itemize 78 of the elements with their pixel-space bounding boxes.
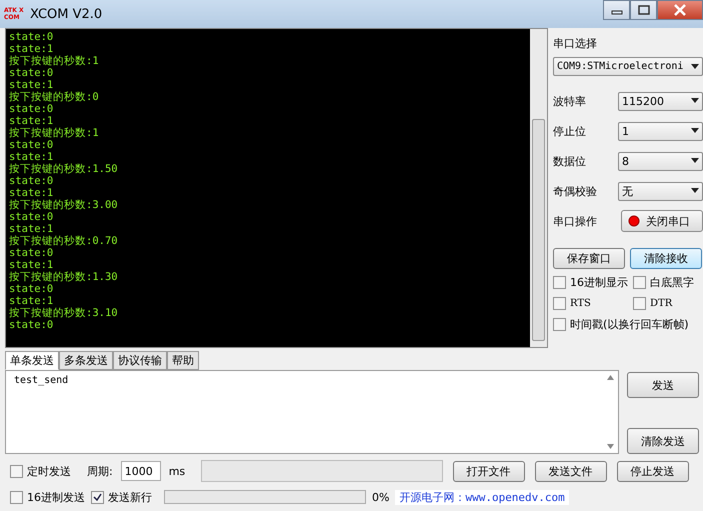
log-line: state:0 xyxy=(9,283,54,295)
progress-reading: 0% xyxy=(372,490,390,504)
option-checkbox[interactable]: 时间戳(以换行回车断帧) xyxy=(553,314,689,335)
period-label: 周期: xyxy=(87,464,113,478)
setting-dropdown[interactable]: 8 xyxy=(618,152,703,170)
timed-send-checkbox[interactable]: 定时发送 xyxy=(10,460,71,482)
option-checkbox[interactable]: 白底黑字 xyxy=(633,272,694,293)
log-line: 按下按键的秒数:1 xyxy=(9,55,100,67)
setting-dropdown[interactable]: 115200 xyxy=(618,92,703,110)
tab[interactable]: 帮助 xyxy=(167,351,199,370)
log-line: state:1 xyxy=(9,295,54,307)
log-line: state:1 xyxy=(9,223,54,235)
close-icon xyxy=(673,4,687,16)
setting-dropdown[interactable]: 无 xyxy=(618,182,703,200)
send-button[interactable]: 清除发送 xyxy=(627,428,699,454)
setting-label: 数据位 xyxy=(553,154,586,168)
tab[interactable]: 协议传输 xyxy=(113,351,167,370)
setting-label: 停止位 xyxy=(553,124,586,138)
caret-icon xyxy=(691,188,699,194)
option-checkbox[interactable]: 16进制发送 xyxy=(10,486,85,508)
log-line: state:0 xyxy=(9,139,54,151)
caret-icon xyxy=(691,98,699,104)
log-line: 按下按键的秒数:0 xyxy=(9,91,100,103)
port-label: 串口选择 xyxy=(553,36,598,51)
tab[interactable]: 单条发送 xyxy=(5,351,59,370)
file-button[interactable]: 停止发送 xyxy=(616,460,689,482)
caret-icon xyxy=(691,128,699,134)
log-line: state:0 xyxy=(9,247,54,259)
check-icon xyxy=(93,492,102,502)
maximize-icon xyxy=(638,5,650,15)
caret-icon xyxy=(691,158,699,164)
log-line: state:1 xyxy=(9,43,54,55)
option-checkbox[interactable]: DTR xyxy=(633,293,672,314)
log-line: state:1 xyxy=(9,79,54,91)
operation-label: 串口操作 xyxy=(553,214,597,228)
setting-label: 波特率 xyxy=(553,94,586,108)
log-line: 按下按键的秒数:1.30 xyxy=(9,271,119,283)
send-input[interactable]: test_send xyxy=(5,370,619,454)
minimize-button[interactable] xyxy=(603,0,630,20)
setting-label: 奇偶校验 xyxy=(553,184,597,198)
file-button[interactable]: 打开文件 xyxy=(452,460,525,482)
send-button[interactable]: 发送 xyxy=(627,372,699,398)
setting-dropdown[interactable]: 1 xyxy=(618,122,703,140)
file-path-field[interactable] xyxy=(200,460,443,482)
receive-button[interactable]: 清除接收 xyxy=(630,248,702,269)
log-line: state:0 xyxy=(9,319,54,331)
log-line: 按下按键的秒数:1 xyxy=(9,127,100,139)
file-button[interactable]: 发送文件 xyxy=(534,460,607,482)
maximize-button[interactable] xyxy=(630,0,657,20)
option-checkbox[interactable]: 发送新行 xyxy=(91,486,152,508)
log-line: state:0 xyxy=(9,175,54,187)
unit-label: ms xyxy=(168,464,186,478)
log-line: state:0 xyxy=(9,211,54,223)
website-banner: 开源电子网：www.openedv.com xyxy=(395,490,569,504)
log-line: state:1 xyxy=(9,187,54,199)
scroll-down-icon xyxy=(606,444,614,449)
close-button[interactable] xyxy=(657,0,703,20)
receive-button[interactable]: 保存窗口 xyxy=(553,248,625,269)
log-line: 按下按键的秒数:1.50 xyxy=(9,163,119,175)
option-checkbox[interactable]: 16进制显示 xyxy=(553,272,628,293)
port-dropdown[interactable]: COM9:STMicroelectroni xyxy=(553,57,703,76)
log-line: 按下按键的秒数:0.70 xyxy=(9,235,119,247)
close-port-button[interactable]: 关闭串口 xyxy=(621,210,703,232)
period-input[interactable]: 1000 xyxy=(120,461,161,481)
log-line: state:1 xyxy=(9,151,54,163)
caret-icon xyxy=(691,64,699,70)
scrollbar[interactable] xyxy=(530,29,547,347)
tab[interactable]: 多条发送 xyxy=(59,351,113,370)
log-line: state:0 xyxy=(9,67,54,79)
log-line: state:1 xyxy=(9,259,54,271)
scroll-up-icon xyxy=(606,375,614,380)
log-line: state:0 xyxy=(9,31,54,43)
log-line: 按下按键的秒数:3.10 xyxy=(9,307,119,319)
log-line: state:1 xyxy=(9,115,54,127)
window-title: XCOM V2.0 xyxy=(30,6,102,22)
option-checkbox[interactable]: RTS xyxy=(553,293,591,314)
log-line: state:0 xyxy=(9,103,54,115)
log-line: 按下按键的秒数:3.00 xyxy=(9,199,119,211)
